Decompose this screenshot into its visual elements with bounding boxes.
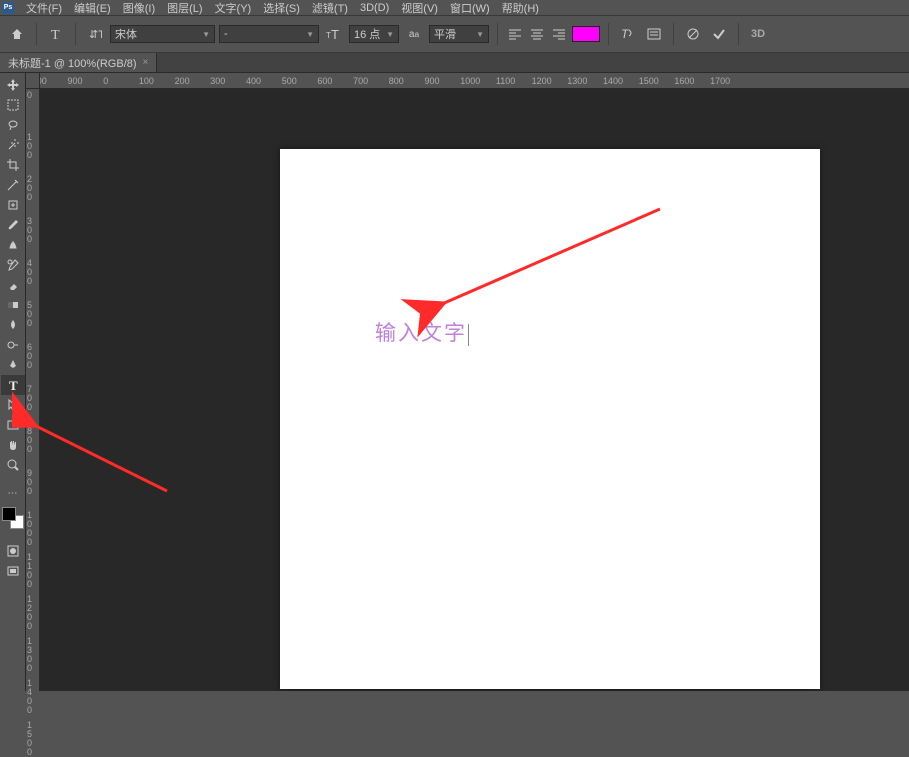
menu-window[interactable]: 窗口(W) — [444, 0, 496, 16]
eyedropper-tool[interactable] — [1, 175, 25, 195]
svg-text:T: T — [51, 28, 60, 41]
brush-tool[interactable] — [1, 215, 25, 235]
canvas[interactable]: 输入文字 — [280, 149, 820, 689]
align-center-button[interactable] — [528, 25, 546, 43]
divider — [608, 23, 609, 45]
menu-select[interactable]: 选择(S) — [257, 0, 306, 16]
antialias-value: 平滑 — [434, 26, 456, 42]
move-tool[interactable] — [1, 75, 25, 95]
divider — [738, 23, 739, 45]
align-right-button[interactable] — [550, 25, 568, 43]
align-left-button[interactable] — [506, 25, 524, 43]
edit-toolbar-icon[interactable]: ⋯ — [1, 483, 25, 503]
workspace: 5006007008009000100200300400500600700800… — [26, 73, 909, 691]
foreground-background-colors[interactable] — [2, 507, 24, 529]
text-color-swatch[interactable] — [572, 26, 600, 42]
menu-type[interactable]: 文字(Y) — [209, 0, 258, 16]
tab-close-icon[interactable]: × — [143, 57, 149, 68]
commit-icon[interactable] — [708, 23, 730, 45]
dropdown-arrow-icon: ▼ — [302, 30, 314, 39]
document-tab-bar: 未标题-1 @ 100%(RGB/8) × — [0, 53, 909, 73]
type-tool[interactable]: T — [1, 375, 25, 395]
menu-edit[interactable]: 编辑(E) — [68, 0, 117, 16]
menu-bar: Ps 文件(F) 编辑(E) 图像(I) 图层(L) 文字(Y) 选择(S) 滤… — [0, 0, 909, 15]
tab-title: 未标题-1 @ 100%(RGB/8) — [8, 55, 137, 71]
eraser-tool[interactable] — [1, 275, 25, 295]
hand-tool[interactable] — [1, 435, 25, 455]
font-family-value: 宋体 — [115, 26, 137, 42]
lasso-tool[interactable] — [1, 115, 25, 135]
path-selection-tool[interactable] — [1, 395, 25, 415]
home-icon[interactable] — [6, 23, 28, 45]
svg-text:T: T — [621, 27, 630, 41]
warp-text-icon[interactable]: T — [617, 23, 639, 45]
canvas-viewport[interactable]: 输入文字 — [40, 89, 909, 691]
placeholder-text-content: 输入文字 — [375, 321, 467, 345]
app-icon: Ps — [2, 2, 14, 14]
three-d-icon[interactable]: 3D — [747, 23, 769, 45]
menu-view[interactable]: 视图(V) — [395, 0, 444, 16]
antialias-dropdown[interactable]: 平滑 ▼ — [429, 25, 489, 43]
divider — [36, 23, 37, 45]
divider — [497, 23, 498, 45]
quick-mask-icon[interactable] — [1, 541, 25, 561]
zoom-tool[interactable] — [1, 455, 25, 475]
divider — [673, 23, 674, 45]
options-bar: T ⇵T 宋体▼ -▼ TT 16 点▼ aa 平滑▼ T 3D — [0, 15, 909, 53]
vertical-ruler[interactable]: 0100200300400500600700800900100011001200… — [26, 89, 40, 691]
foreground-color[interactable] — [2, 507, 16, 521]
svg-text:T: T — [9, 378, 18, 392]
menu-help[interactable]: 帮助(H) — [496, 0, 545, 16]
antialias-label-icon: aa — [403, 23, 425, 45]
history-brush-tool[interactable] — [1, 255, 25, 275]
text-placeholder[interactable]: 输入文字 — [375, 317, 469, 347]
clone-stamp-tool[interactable] — [1, 235, 25, 255]
screen-mode-icon[interactable] — [1, 561, 25, 581]
blur-tool[interactable] — [1, 315, 25, 335]
text-orientation-icon[interactable]: ⇵T — [84, 23, 106, 45]
horizontal-ruler[interactable]: 5006007008009000100200300400500600700800… — [26, 73, 909, 89]
pen-tool[interactable] — [1, 355, 25, 375]
menu-layer[interactable]: 图层(L) — [161, 0, 208, 16]
font-family-dropdown[interactable]: 宋体 ▼ — [110, 25, 215, 43]
ruler-corner — [26, 73, 40, 89]
menu-image[interactable]: 图像(I) — [117, 0, 161, 16]
magic-wand-tool[interactable] — [1, 135, 25, 155]
gradient-tool[interactable] — [1, 295, 25, 315]
dropdown-arrow-icon: ▼ — [198, 30, 210, 39]
font-style-value: - — [224, 28, 228, 40]
dropdown-arrow-icon: ▼ — [472, 30, 484, 39]
menu-file[interactable]: 文件(F) — [20, 0, 68, 16]
toolbox: T ⋯ — [0, 73, 26, 691]
text-cursor — [468, 324, 469, 346]
divider — [75, 23, 76, 45]
character-panel-icon[interactable] — [643, 23, 665, 45]
dodge-tool[interactable] — [1, 335, 25, 355]
menu-3d[interactable]: 3D(D) — [354, 2, 395, 14]
font-size-dropdown[interactable]: 16 点▼ — [349, 25, 399, 43]
rectangle-tool[interactable] — [1, 415, 25, 435]
crop-tool[interactable] — [1, 155, 25, 175]
font-style-dropdown[interactable]: -▼ — [219, 25, 319, 43]
font-size-icon: TT — [323, 23, 345, 45]
type-tool-icon[interactable]: T — [45, 23, 67, 45]
dropdown-arrow-icon: ▼ — [382, 30, 394, 39]
svg-text:T: T — [331, 27, 339, 41]
svg-text:⇵T: ⇵T — [89, 29, 102, 41]
menu-filter[interactable]: 滤镜(T) — [306, 0, 354, 16]
font-size-value: 16 点 — [354, 26, 380, 42]
cancel-icon[interactable] — [682, 23, 704, 45]
spot-healing-tool[interactable] — [1, 195, 25, 215]
marquee-tool[interactable] — [1, 95, 25, 115]
document-tab[interactable]: 未标题-1 @ 100%(RGB/8) × — [0, 53, 157, 72]
